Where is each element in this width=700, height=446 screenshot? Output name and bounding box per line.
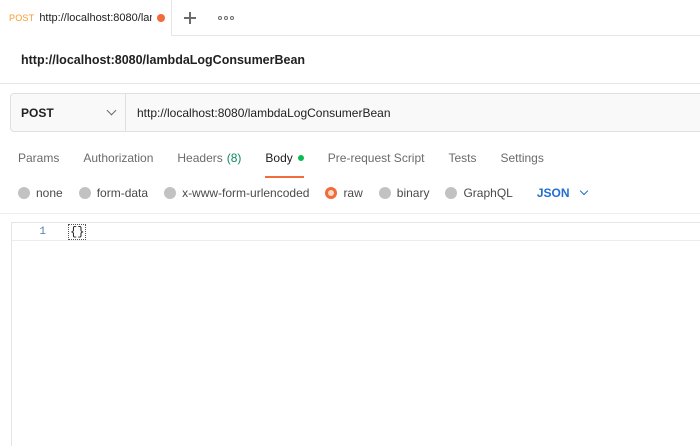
radio-circle-icon	[164, 187, 177, 199]
method-select[interactable]: POST	[11, 94, 126, 131]
radio-graphql[interactable]: GraphQL	[445, 186, 513, 200]
more-icon	[218, 16, 234, 20]
tab-label: Tests	[448, 151, 477, 165]
radio-circle-icon	[378, 187, 391, 199]
tab-pre-request-script[interactable]: Pre-request Script	[328, 140, 425, 176]
request-header: http://localhost:8080/lambdaLogConsumerB…	[0, 36, 700, 84]
chevron-down-icon	[106, 105, 117, 116]
tab-label: Authorization	[83, 151, 154, 165]
tab-tests[interactable]: Tests	[448, 140, 476, 176]
code-text: {}	[68, 223, 87, 240]
radio-circle-icon	[78, 187, 91, 199]
more-tabs-button[interactable]	[208, 0, 244, 36]
radio-label: binary	[396, 186, 430, 200]
request-name[interactable]: http://localhost:8080/lambdaLogConsumerB…	[21, 53, 305, 67]
request-tabs: Params Authorization Headers (8) Body Pr…	[18, 140, 568, 178]
method-label: POST	[21, 105, 54, 120]
radio-label: none	[36, 186, 63, 200]
tab-label: Headers	[177, 151, 223, 165]
radio-raw[interactable]: raw	[325, 186, 363, 200]
url-bar: POST	[10, 93, 700, 132]
radio-checked-icon	[325, 187, 338, 199]
radio-x-www-form-urlencoded[interactable]: x-www-form-urlencoded	[164, 186, 309, 200]
tab-label: Pre-request Script	[327, 151, 425, 165]
radio-circle-icon	[18, 187, 30, 199]
unsaved-indicator-icon	[157, 14, 166, 22]
headers-count: (8)	[226, 151, 242, 165]
tab-params[interactable]: Params	[18, 140, 59, 176]
radio-label: form-data	[96, 186, 149, 200]
tab-title: http://localhost:8080/lambdaLogConsumerB…	[39, 12, 152, 24]
postman-app: POST http://localhost:8080/lambdaLogCons…	[0, 0, 700, 446]
tab-method-label: POST	[9, 13, 35, 23]
radio-label: x-www-form-urlencoded	[182, 186, 310, 200]
radio-label: GraphQL	[463, 186, 513, 200]
tab-strip: POST http://localhost:8080/lambdaLogCons…	[0, 0, 700, 37]
body-format-select[interactable]: JSON	[536, 186, 588, 200]
radio-form-data[interactable]: form-data	[78, 186, 149, 200]
tab-settings[interactable]: Settings	[501, 140, 544, 176]
radio-label: raw	[343, 186, 363, 200]
url-input[interactable]	[126, 94, 700, 131]
editor-line[interactable]: 1 {}	[12, 223, 700, 241]
tab-label: Params	[18, 151, 60, 165]
plus-icon	[184, 12, 196, 24]
line-number: 1	[39, 225, 46, 238]
body-type-options: none form-data x-www-form-urlencoded raw…	[18, 180, 588, 206]
tab-authorization[interactable]: Authorization	[83, 140, 153, 176]
tab-label: Body	[265, 151, 293, 165]
divider	[0, 213, 700, 214]
tab-label: Settings	[500, 151, 544, 165]
tab-body[interactable]: Body	[265, 140, 305, 178]
radio-binary[interactable]: binary	[378, 186, 430, 200]
radio-circle-icon	[445, 187, 458, 199]
body-format-label: JSON	[536, 186, 570, 200]
request-tab[interactable]: POST http://localhost:8080/lambdaLogCons…	[0, 0, 172, 37]
code-content[interactable]: {}	[67, 223, 87, 240]
tab-headers[interactable]: Headers (8)	[177, 140, 241, 176]
chevron-down-icon	[579, 186, 588, 196]
body-editor[interactable]: 1 {}	[11, 222, 700, 446]
body-active-dot-icon	[297, 155, 304, 161]
radio-none[interactable]: none	[18, 186, 63, 200]
new-tab-button[interactable]	[172, 0, 208, 36]
